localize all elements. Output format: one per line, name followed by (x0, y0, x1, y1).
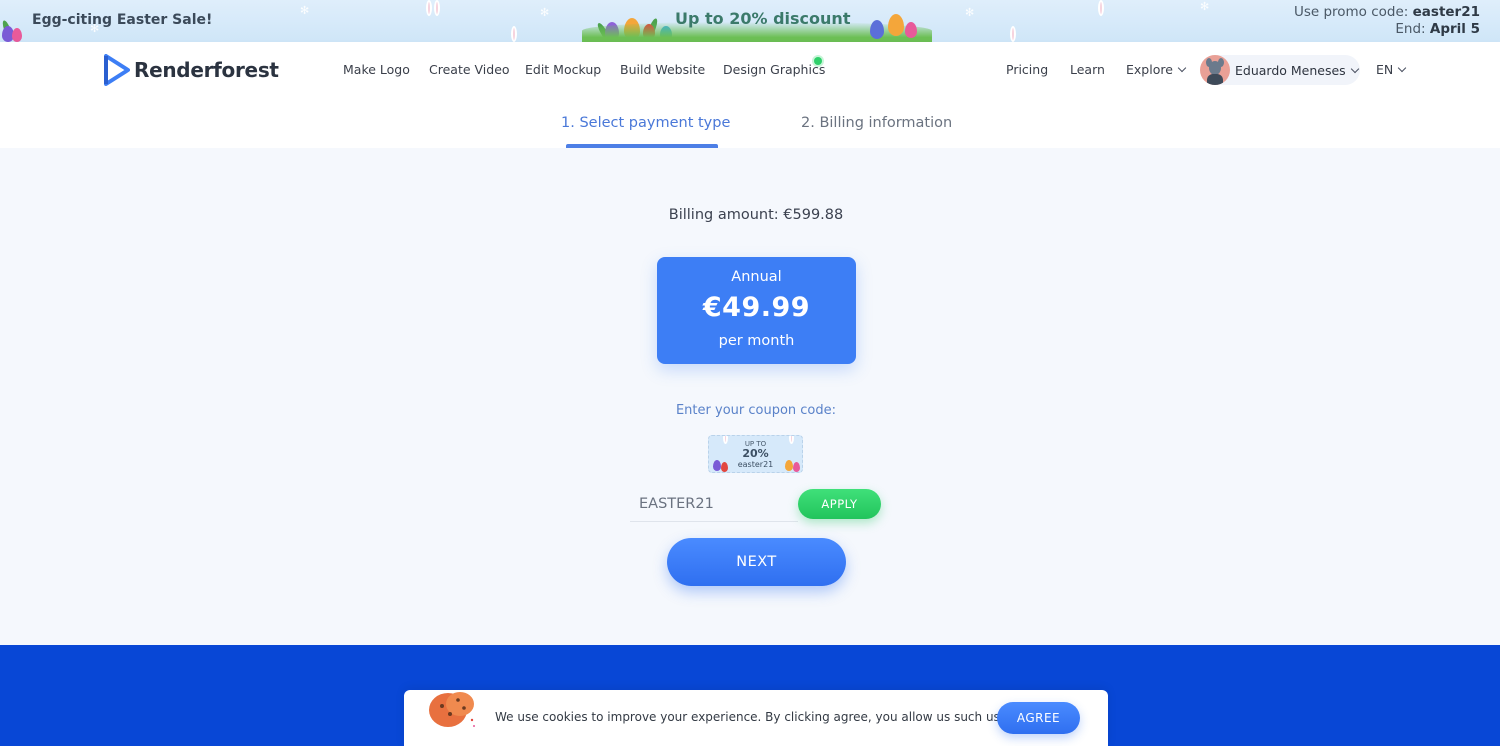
bunny-ear-icon (434, 0, 440, 16)
nav-edit-mockup[interactable]: Edit Mockup (525, 62, 601, 77)
promo-code: easter21 (1412, 4, 1480, 20)
checkout-steps: 1. Select payment type 2. Billing inform… (0, 98, 1500, 148)
user-menu[interactable]: Eduardo Meneses (1200, 55, 1360, 85)
bunny-ear-icon (1098, 0, 1104, 16)
easter-egg-icon (888, 14, 904, 36)
snowflake-icon: ✻ (1200, 0, 1210, 13)
agree-button[interactable]: AGREE (997, 702, 1080, 734)
user-name: Eduardo Meneses (1235, 63, 1359, 78)
new-badge-dot (814, 57, 822, 65)
promo-code-info: Use promo code: easter21 End: April 5 (1294, 4, 1480, 38)
easter-egg-icon (785, 460, 793, 471)
snowflake-icon: ✻ (300, 4, 310, 17)
snowflake-icon: ✻ (540, 6, 550, 19)
renderforest-logo-icon (104, 54, 130, 86)
tab-billing-information[interactable]: 2. Billing information (801, 115, 952, 131)
active-step-indicator (566, 144, 718, 148)
apply-coupon-button[interactable]: APPLY (798, 489, 881, 519)
cookie-icon (429, 692, 475, 727)
nav-make-logo[interactable]: Make Logo (343, 62, 410, 77)
billing-amount: Billing amount: €599.88 (668, 207, 844, 223)
nav-pricing[interactable]: Pricing (1006, 62, 1048, 77)
plan-price: €49.99 (702, 292, 811, 323)
easter-egg-icon (12, 28, 22, 42)
easter-egg-icon (721, 462, 728, 472)
top-navbar: Renderforest Make Logo Create Video Edit… (0, 42, 1500, 98)
bunny-ear-icon (511, 26, 517, 42)
plan-unit: per month (718, 333, 795, 349)
promo-code-prefix: Use promo code: (1293, 4, 1413, 20)
chevron-down-icon (1177, 63, 1187, 73)
nav-learn[interactable]: Learn (1070, 62, 1105, 77)
easter-egg-icon (793, 462, 800, 472)
nav-explore-label: Explore (1126, 62, 1173, 77)
nav-explore[interactable]: Explore (1126, 62, 1187, 77)
easter-egg-icon (905, 22, 917, 38)
logo[interactable]: Renderforest (104, 54, 279, 86)
promo-banner[interactable]: ✻ ✻ ✻ ✻ ✻ Egg-citing Easter Sale! Up to … (0, 0, 1500, 42)
logo-text: Renderforest (134, 58, 279, 82)
language-label: EN (1376, 62, 1394, 77)
tab-select-payment-type[interactable]: 1. Select payment type (561, 115, 730, 131)
promo-end-date: April 5 (1429, 21, 1480, 37)
bunny-ear-icon (1010, 26, 1016, 42)
coupon-ticket-image: UP TO 20% easter21 (708, 435, 803, 473)
coupon-input[interactable] (630, 486, 798, 522)
cookie-text: We use cookies to improve your experienc… (495, 710, 1011, 724)
nav-create-video[interactable]: Create Video (429, 62, 510, 77)
plan-card-annual[interactable]: Annual €49.99 per month (657, 257, 856, 364)
cookie-banner: We use cookies to improve your experienc… (404, 690, 1108, 746)
nav-build-website[interactable]: Build Website (620, 62, 705, 77)
user-name-text: Eduardo Meneses (1235, 63, 1346, 78)
promo-headline: Egg-citing Easter Sale! (32, 12, 213, 28)
next-button[interactable]: NEXT (667, 538, 846, 586)
easter-egg-icon (713, 460, 721, 471)
promo-discount: Up to 20% discount (675, 9, 851, 28)
language-selector[interactable]: EN (1376, 62, 1407, 77)
promo-end-prefix: End: (1395, 21, 1430, 37)
avatar (1200, 55, 1230, 85)
chevron-down-icon (1350, 64, 1359, 74)
bunny-ear-icon (426, 0, 432, 16)
coupon-label: Enter your coupon code: (675, 403, 837, 418)
chevron-down-icon (1398, 63, 1407, 73)
coupon-ticket-percent: 20% (742, 447, 769, 460)
plan-label: Annual (731, 269, 782, 285)
nav-design-graphics[interactable]: Design Graphics (723, 62, 825, 77)
snowflake-icon: ✻ (965, 6, 975, 19)
easter-egg-icon (870, 20, 884, 39)
